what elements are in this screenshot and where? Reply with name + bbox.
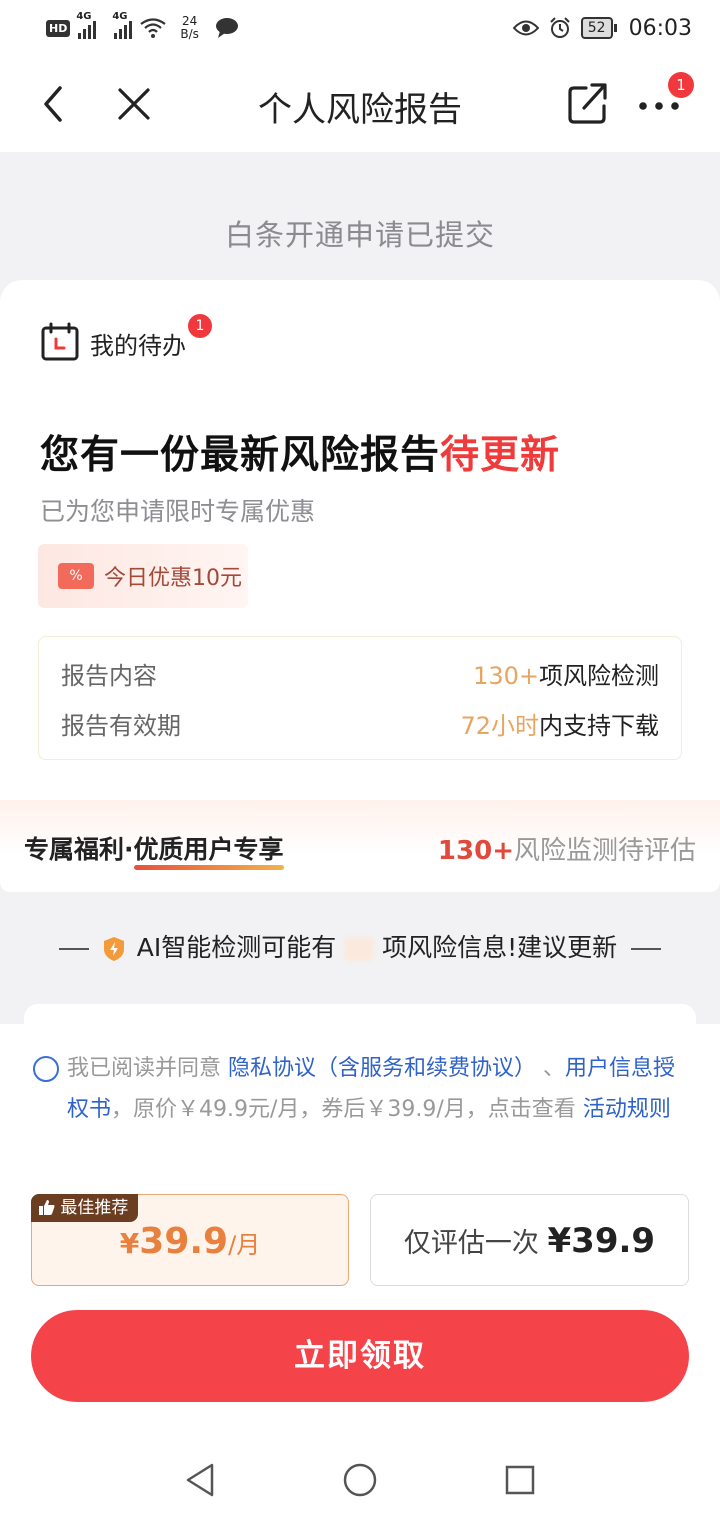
coupon-icon: % — [58, 563, 94, 589]
info-value: 72小时内支持下载 — [460, 711, 659, 740]
calendar-icon — [41, 322, 79, 361]
info-row-validity: 报告有效期 72小时内支持下载 — [61, 703, 659, 743]
info-value: 130+项风险检测 — [473, 661, 659, 690]
status-bar: HD 4G 4G 24 B/s 52 06:03 — [0, 0, 720, 56]
message-icon — [215, 18, 238, 38]
network-speed: 24 B/s — [180, 14, 199, 41]
benefit-strip: 专属福利·优质用户专享 130+风险监测待评估 — [0, 800, 720, 892]
network-type-label: 4G — [76, 11, 92, 22]
best-recommend-tag: 最佳推荐 — [31, 1194, 139, 1222]
ai-detection-notice: AI智能检测可能有 项风险信息!建议更新 — [0, 928, 720, 964]
shield-icon — [103, 937, 124, 961]
submission-status-text: 白条开通申请已提交 — [224, 218, 495, 252]
plan-single-label: 仅评估一次 — [403, 1228, 548, 1259]
system-home-icon[interactable] — [342, 1462, 378, 1498]
signal-icon: 4G — [76, 11, 97, 39]
todo-badge: 1 — [188, 314, 212, 338]
notification-badge: 1 — [668, 72, 694, 98]
discount-coupon: % 今日优惠10元 — [38, 544, 248, 608]
agreement-text: 我已阅读并同意 隐私协议（含服务和续费协议） 、用户信息授权书，原价￥49.9元… — [67, 1056, 676, 1122]
clock: 06:03 — [628, 15, 692, 41]
info-label: 报告内容 — [61, 661, 157, 690]
benefit-risk-count: 130+风险监测待评估 — [437, 836, 696, 866]
agreement-checkbox[interactable] — [33, 1056, 59, 1082]
headline-highlight: 待更新 — [440, 433, 561, 478]
thumbs-up-icon — [39, 1200, 55, 1215]
page-title: 个人风险报告 — [258, 90, 462, 130]
todo-label[interactable]: 我的待办 — [90, 326, 186, 361]
share-icon[interactable] — [566, 80, 610, 126]
info-label: 报告有效期 — [61, 711, 181, 740]
headline-main: 您有一份最新风险报告 — [40, 433, 441, 478]
coupon-text: 今日优惠10元 — [104, 566, 242, 591]
divider — [58, 948, 89, 950]
network-type-label: 4G — [112, 11, 128, 22]
risk-report-card: 我的待办 1 您有一份最新风险报告待更新 已为您申请限时专属优惠 % 今日优惠1… — [0, 280, 720, 800]
benefit-title: 专属福利·优质用户专享 — [24, 835, 284, 864]
info-row-content: 报告内容 130+项风险检测 — [61, 653, 659, 693]
benefit-underlined: 优质用户专享 — [133, 835, 284, 864]
battery-indicator: 52 — [580, 17, 617, 39]
wifi-icon — [140, 18, 167, 38]
report-info-box: 报告内容 130+项风险检测 报告有效期 72小时内支持下载 — [38, 636, 682, 760]
system-back-icon[interactable] — [184, 1462, 216, 1498]
offer-subline: 已为您申请限时专属优惠 — [40, 497, 316, 526]
report-headline: 您有一份最新风险报告待更新 — [40, 424, 560, 480]
nav-bar: 个人风险报告 1 — [0, 56, 720, 152]
plan-monthly-price: ¥39.9/月 — [119, 1221, 261, 1262]
system-navigation-bar — [0, 1440, 720, 1520]
alarm-icon — [550, 17, 570, 38]
plan-single-price: ¥39.9 — [547, 1221, 656, 1261]
ai-notice-text: AI智能检测可能有 — [136, 933, 337, 962]
hd-indicator: HD — [46, 19, 71, 37]
plan-monthly-option[interactable]: 最佳推荐 ¥39.9/月 — [31, 1194, 349, 1286]
eye-icon — [512, 20, 539, 36]
plan-single-option[interactable]: 仅评估一次 ¥39.9 — [370, 1194, 689, 1286]
blurred-count — [344, 937, 375, 961]
divider — [631, 948, 662, 950]
signal-icon: 4G — [112, 11, 133, 39]
system-recents-icon[interactable] — [504, 1464, 536, 1496]
ai-notice-text: 项风险信息!建议更新 — [382, 933, 618, 962]
privacy-agreement-link[interactable]: 隐私协议（含服务和续费协议） — [228, 1056, 536, 1081]
activity-rules-link[interactable]: 活动规则 — [583, 1097, 671, 1122]
claim-now-button[interactable]: 立即领取 — [31, 1310, 689, 1402]
